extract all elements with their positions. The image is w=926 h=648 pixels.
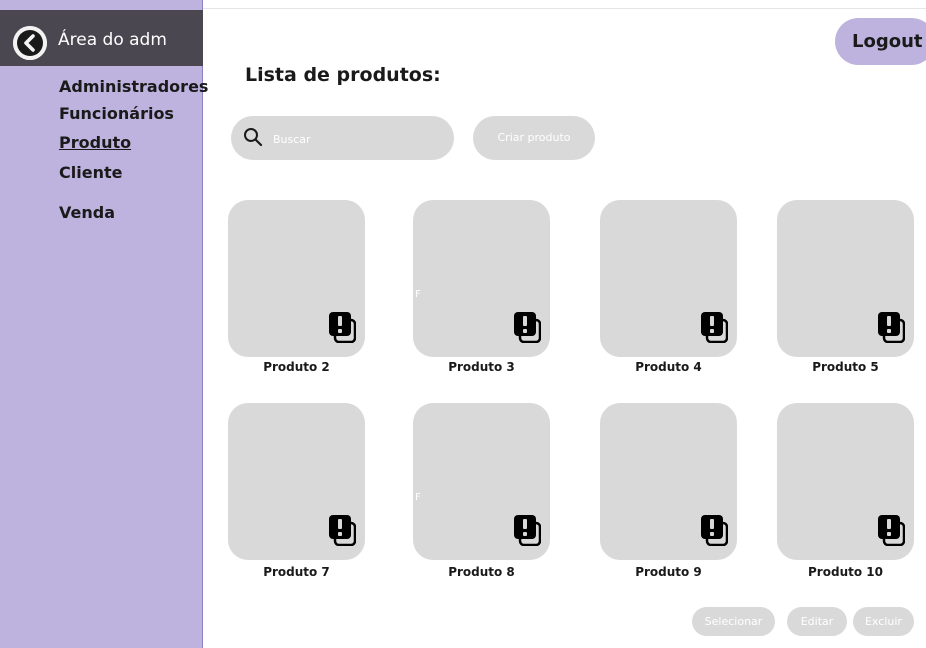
alert-square-icon	[514, 312, 541, 343]
product-card[interactable]	[228, 403, 365, 560]
product-card[interactable]	[600, 403, 737, 560]
product-name: Produto 8	[448, 565, 515, 579]
search-input[interactable]	[271, 126, 445, 152]
sidebar-item-venda[interactable]: Venda	[59, 203, 115, 222]
sidebar-header: Área do adm	[0, 10, 203, 66]
alert-square-icon	[878, 515, 905, 546]
delete-button[interactable]: Excluir	[853, 607, 914, 636]
product-card[interactable]	[228, 200, 365, 357]
alert-square-icon	[878, 312, 905, 343]
alert-square-icon	[701, 515, 728, 546]
top-divider	[203, 8, 926, 9]
search-icon	[244, 128, 263, 147]
logout-button[interactable]: Logout	[835, 18, 926, 65]
product-card[interactable]: F	[413, 403, 550, 560]
alert-square-icon	[329, 312, 356, 343]
product-name: Produto 4	[635, 360, 702, 374]
sidebar-item-funcionarios[interactable]: Funcionários	[59, 104, 174, 123]
create-product-button[interactable]: Criar produto	[473, 116, 595, 160]
product-name: Produto 7	[263, 565, 330, 579]
product-card[interactable]	[777, 200, 914, 357]
edit-button[interactable]: Editar	[787, 607, 847, 636]
sidebar: Área do adm Administradores Funcionários…	[0, 0, 208, 648]
product-name: Produto 3	[448, 360, 515, 374]
alert-square-icon	[701, 312, 728, 343]
sidebar-item-cliente[interactable]: Cliente	[59, 163, 122, 182]
product-name: Produto 10	[808, 565, 883, 579]
alert-square-icon	[514, 515, 541, 546]
search-bar	[231, 116, 454, 160]
sidebar-title: Área do adm	[58, 30, 167, 50]
product-name: Produto 2	[263, 360, 330, 374]
alert-square-icon	[329, 515, 356, 546]
select-button[interactable]: Selecionar	[692, 607, 775, 636]
product-name: Produto 9	[635, 565, 702, 579]
page-title: Lista de produtos:	[245, 64, 441, 86]
stray-text: F	[415, 492, 421, 503]
product-name: Produto 5	[812, 360, 879, 374]
stray-text: F	[415, 289, 421, 300]
sidebar-item-administradores[interactable]: Administradores	[59, 77, 208, 96]
back-button[interactable]	[13, 26, 47, 60]
sidebar-item-produto[interactable]: Produto	[59, 133, 131, 152]
back-arrow-icon	[13, 26, 47, 60]
product-card[interactable]	[777, 403, 914, 560]
product-card[interactable]: F	[413, 200, 550, 357]
product-card[interactable]	[600, 200, 737, 357]
